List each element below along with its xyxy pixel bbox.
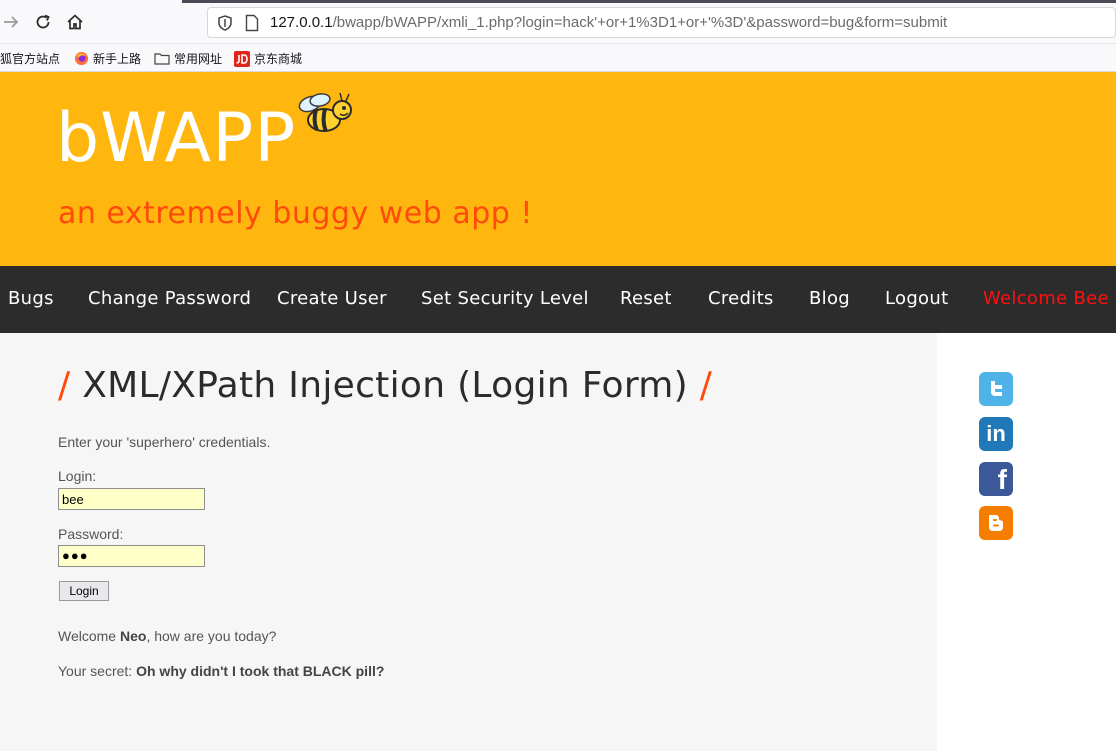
blogger-icon[interactable] [979, 506, 1013, 540]
forward-button[interactable] [0, 11, 22, 33]
menu-item-blog[interactable]: Blog [809, 288, 850, 309]
bookmark-label: 狐官方站点 [0, 52, 61, 66]
title-slash-right: / [699, 365, 713, 406]
login-label: Login: [58, 468, 97, 484]
home-icon [67, 14, 83, 30]
menu-item-create-user[interactable]: Create User [277, 288, 387, 309]
welcome-user-label: Welcome Bee [983, 288, 1109, 309]
bookmarks-bar: 狐官方站点 新手上路 常用网址 京东商城 [0, 44, 1116, 72]
menu-item-reset[interactable]: Reset [620, 288, 672, 309]
bookmark-common-sites[interactable]: 常用网址 [154, 50, 222, 67]
menu-item-logout[interactable]: Logout [885, 288, 948, 309]
bookmark-label: 新手上路 [93, 52, 142, 66]
secret-message: Your secret: Oh why didn't I took that B… [58, 663, 384, 679]
facebook-icon[interactable]: f [979, 462, 1013, 496]
title-slash-left: / [58, 365, 71, 406]
login-button[interactable]: Login [59, 581, 109, 601]
jd-icon [234, 50, 250, 67]
social-sidebar: in f [937, 333, 1116, 751]
intro-text: Enter your 'superhero' credentials. [58, 434, 271, 450]
address-bar[interactable]: 127.0.0.1/bwapp/bWAPP/xmli_1.php?login=h… [207, 7, 1116, 38]
bookmark-getting-started[interactable]: 新手上路 [74, 50, 141, 67]
menu-item-bugs[interactable]: Bugs [8, 288, 54, 309]
reload-icon [36, 14, 50, 29]
linkedin-icon[interactable]: in [979, 417, 1013, 451]
main-menu: Bugs Change Password Create User Set Sec… [0, 266, 1116, 333]
bee-icon [298, 92, 352, 132]
home-button[interactable] [64, 11, 86, 33]
firefox-icon [74, 51, 89, 66]
bookmark-jd-mall[interactable]: 京东商城 [234, 50, 302, 67]
site-header: bWAPP an extremely buggy web app ! [0, 72, 1116, 266]
menu-item-set-security-level[interactable]: Set Security Level [421, 288, 589, 309]
bookmark-label: 京东商城 [254, 52, 303, 66]
login-input[interactable] [58, 488, 205, 510]
bookmark-label: 常用网址 [174, 52, 223, 66]
twitter-icon[interactable] [979, 372, 1013, 406]
twitter-bird-icon [991, 381, 1002, 396]
url-text[interactable]: 127.0.0.1/bwapp/bWAPP/xmli_1.php?login=h… [270, 14, 947, 31]
site-tagline: an extremely buggy web app ! [58, 196, 533, 231]
menu-item-credits[interactable]: Credits [708, 288, 774, 309]
url-path: /bwapp/bWAPP/xmli_1.php?login=hack'+or+1… [332, 14, 948, 31]
page-info-icon[interactable] [245, 14, 259, 32]
browser-toolbar: 127.0.0.1/bwapp/bWAPP/xmli_1.php?login=h… [0, 0, 1116, 44]
bookmark-official-site[interactable]: 狐官方站点 [0, 50, 60, 67]
welcome-suffix: , how are you today? [146, 628, 277, 644]
secret-value: Oh why didn't I took that BLACK pill? [136, 663, 385, 679]
url-host: 127.0.0.1 [270, 14, 333, 31]
blogger-b-icon [989, 515, 1003, 531]
welcome-prefix: Welcome [58, 628, 120, 644]
password-input[interactable]: ●●● [58, 545, 205, 567]
welcome-message: Welcome Neo, how are you today? [58, 628, 276, 644]
tab-strip-edge [182, 0, 1116, 3]
secret-prefix: Your secret: [58, 663, 137, 679]
password-label: Password: [58, 526, 124, 542]
main-content: / XML/XPath Injection (Login Form) / Ent… [0, 333, 937, 751]
forward-arrow-icon [4, 16, 19, 28]
menu-item-change-password[interactable]: Change Password [88, 288, 251, 309]
folder-icon [154, 53, 170, 65]
page-title: / XML/XPath Injection (Login Form) / [58, 365, 712, 406]
welcome-name: Neo [119, 628, 147, 644]
tracking-shield-icon[interactable] [218, 15, 232, 31]
title-text: XML/XPath Injection (Login Form) [82, 365, 689, 406]
reload-button[interactable] [32, 11, 54, 33]
site-logo[interactable]: bWAPP [56, 105, 296, 173]
